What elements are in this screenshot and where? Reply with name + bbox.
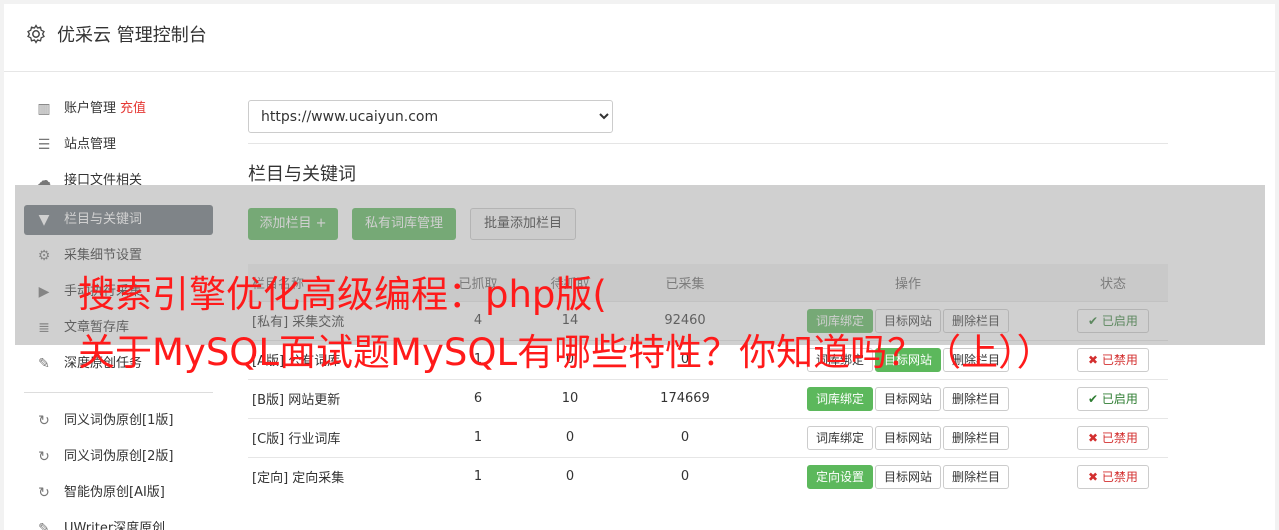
column-name: 行业词库 <box>288 432 341 447</box>
bar-chart-icon: ▥ <box>37 101 51 117</box>
sidebar-item-ai-original[interactable]: ↻ 智能伪原创[AI版] <box>24 478 213 508</box>
column-name-cell[interactable]: [定向] 定向采集 <box>248 456 428 496</box>
column-tag: [C版] <box>252 432 285 447</box>
sidebar-item-label: 账户管理 <box>64 101 117 116</box>
column-name-cell[interactable]: [C版] 行业词库 <box>248 417 428 457</box>
fetched-cell: 1 <box>428 417 528 457</box>
edit-icon: ✎ <box>38 521 50 530</box>
app-header: 优采云 管理控制台 <box>4 4 1275 72</box>
collected-cell: 174669 <box>612 378 758 418</box>
target-site-button[interactable]: 目标网站 <box>874 386 941 411</box>
delete-column-button[interactable]: 删除栏目 <box>943 464 1010 489</box>
site-select[interactable]: https://www.ucaiyun.com <box>248 100 613 133</box>
status-label: 已禁用 <box>1101 469 1138 484</box>
status-toggle[interactable]: ✖ 已禁用 <box>1077 464 1149 489</box>
refresh-icon: ↻ <box>38 485 50 501</box>
table-row: [定向] 定向采集 1 0 0 定向设置 目标网站 删除栏目 ✖ 已禁用 <box>248 456 1168 496</box>
edit-icon: ✎ <box>38 356 50 372</box>
sidebar-item-sites[interactable]: ☰ 站点管理 <box>24 130 213 160</box>
sidebar-item-account[interactable]: ▥ 账户管理 充值 <box>24 94 213 124</box>
column-name-cell[interactable]: [B版] 网站更新 <box>248 378 428 418</box>
status-label: 已禁用 <box>1101 352 1138 367</box>
status-cell: ✖ 已禁用 <box>1058 339 1168 379</box>
status-label: 已启用 <box>1101 391 1138 406</box>
status-cell: ✔ 已启用 <box>1058 378 1168 418</box>
server-icon: ☰ <box>37 137 51 153</box>
collected-cell: 0 <box>612 417 758 457</box>
refresh-icon: ↻ <box>38 413 50 429</box>
sidebar-item-label: 智能伪原创[AI版] <box>64 485 165 500</box>
column-tag: [定向] <box>252 471 289 487</box>
column-tag: [B版] <box>252 393 285 408</box>
bind-lib-button[interactable]: 词库绑定 <box>806 425 873 450</box>
actions-cell: 词库绑定 目标网站 删除栏目 <box>758 417 1058 457</box>
delete-column-button[interactable]: 删除栏目 <box>943 386 1010 411</box>
delete-column-button[interactable]: 删除栏目 <box>943 425 1010 450</box>
target-site-button[interactable]: 目标网站 <box>874 425 941 450</box>
table-row: [B版] 网站更新 6 10 174669 词库绑定 目标网站 删除栏目 ✔ 已启用 <box>248 378 1168 418</box>
column-name: 网站更新 <box>288 393 341 408</box>
table-row: [C版] 行业词库 1 0 0 词库绑定 目标网站 删除栏目 ✖ 已禁用 <box>248 417 1168 457</box>
sidebar-item-uwriter[interactable]: ✎ UWriter深度原创 <box>24 514 213 530</box>
actions-cell: 词库绑定 目标网站 删除栏目 <box>758 378 1058 418</box>
status-toggle[interactable]: ✔ 已启用 <box>1077 386 1149 411</box>
sidebar-item-synonym-v2[interactable]: ↻ 同义词伪原创[2版] <box>24 442 213 472</box>
sidebar-divider <box>24 392 213 393</box>
section-title: 栏目与关键词 <box>248 164 356 185</box>
sidebar-item-label: 同义词伪原创[1版] <box>64 413 174 428</box>
recharge-link[interactable]: 充值 <box>120 101 146 116</box>
actions-cell: 定向设置 目标网站 删除栏目 <box>758 456 1058 496</box>
status-cell: ✖ 已禁用 <box>1058 456 1168 496</box>
pending-cell[interactable]: 10 <box>528 378 612 418</box>
status-cell: ✖ 已禁用 <box>1058 417 1168 457</box>
gear-icon <box>27 24 45 44</box>
bind-lib-button[interactable]: 词库绑定 <box>806 386 873 411</box>
refresh-icon: ↻ <box>38 449 50 465</box>
direct-settings-button[interactable]: 定向设置 <box>806 464 873 489</box>
headline-line-1: 搜索引擎优化高级编程：php版( <box>78 273 607 316</box>
status-toggle[interactable]: ✖ 已禁用 <box>1077 425 1149 450</box>
divider <box>248 143 1168 144</box>
headline-line-2: 关于MySQL面试题MySQL有哪些特性？你知道吗？（上）） <box>78 331 1054 374</box>
sidebar-item-label: UWriter深度原创 <box>64 521 166 530</box>
pending-cell[interactable]: 0 <box>528 456 612 496</box>
status-label: 已禁用 <box>1101 430 1138 445</box>
collected-cell: 0 <box>612 456 758 496</box>
target-site-button[interactable]: 目标网站 <box>874 464 941 489</box>
app-title: 优采云 管理控制台 <box>57 25 207 46</box>
fetched-cell: 6 <box>428 378 528 418</box>
sidebar-item-label: 同义词伪原创[2版] <box>64 449 174 464</box>
sidebar-item-synonym-v1[interactable]: ↻ 同义词伪原创[1版] <box>24 406 213 436</box>
fetched-cell: 1 <box>428 456 528 496</box>
sidebar-item-label: 站点管理 <box>64 137 117 152</box>
status-toggle[interactable]: ✖ 已禁用 <box>1077 347 1149 372</box>
column-name: 定向采集 <box>292 471 345 487</box>
pending-cell[interactable]: 0 <box>528 417 612 457</box>
headline-overlay <box>15 185 1265 345</box>
